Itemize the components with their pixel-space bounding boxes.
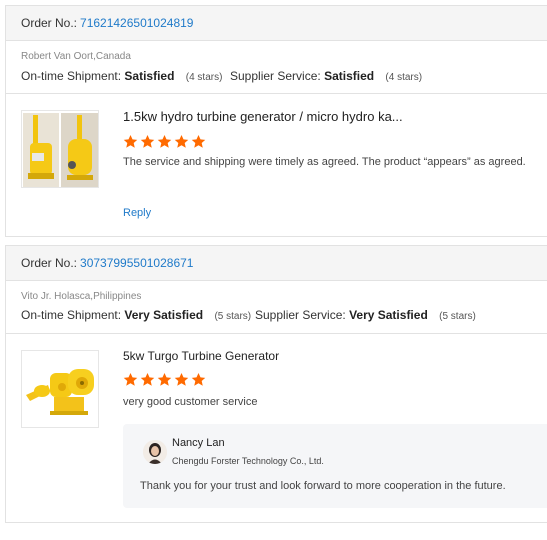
shipment-label: On-time Shipment:: [21, 308, 122, 322]
star-icon: [174, 372, 189, 386]
product-title-link[interactable]: 5kw Turgo Turbine Generator: [123, 349, 279, 363]
star-rating: [123, 372, 206, 387]
review-text: very good customer service: [123, 396, 258, 408]
supplier-value: Satisfied: [324, 69, 375, 83]
star-icon: [157, 134, 172, 148]
order-number-link[interactable]: 71621426501024819: [80, 16, 193, 30]
turgo-turbine-image: [22, 351, 98, 427]
supplier-value: Very Satisfied: [349, 308, 428, 322]
star-icon: [123, 372, 138, 386]
shipment-stars: (4 stars): [185, 72, 223, 83]
order-label: Order No.:: [21, 16, 78, 30]
supplier-service: Supplier Service: Satisfied (4 stars): [230, 69, 422, 83]
reply-link[interactable]: Reply: [123, 207, 151, 219]
order-label: Order No.:: [21, 256, 78, 270]
buyer-name: Robert Van Oort,Canada: [21, 51, 131, 62]
star-icon: [174, 134, 189, 148]
star-icon: [123, 134, 138, 148]
product-title-link[interactable]: 1.5kw hydro turbine generator / micro hy…: [123, 109, 403, 124]
reply-author-name: Nancy Lan: [172, 437, 225, 449]
review-card: Order No.: 30737995501028671 Vito Jr. Ho…: [5, 245, 547, 523]
star-icon: [191, 372, 206, 386]
shipment-value: Satisfied: [124, 69, 175, 83]
star-icon: [140, 134, 155, 148]
supplier-label: Supplier Service:: [230, 69, 321, 83]
supplier-stars: (5 stars): [439, 311, 476, 322]
divider: [6, 333, 547, 334]
star-icon: [140, 372, 155, 386]
shipment-label: On-time Shipment:: [21, 69, 122, 83]
supplier-reply: Nancy Lan Chengdu Forster Technology Co.…: [123, 424, 547, 508]
divider: [6, 93, 547, 94]
ratings-row: On-time Shipment: Satisfied (4 stars) Su…: [21, 69, 422, 83]
order-number-link[interactable]: 30737995501028671: [80, 256, 193, 270]
product-image[interactable]: [21, 350, 99, 428]
supplier-service: Supplier Service: Very Satisfied (5 star…: [255, 308, 476, 322]
review-text: The service and shipping were timely as …: [123, 156, 526, 168]
star-icon: [191, 134, 206, 148]
order-header: Order No.: 71621426501024819: [6, 6, 547, 41]
product-image[interactable]: [21, 110, 99, 188]
buyer-name: Vito Jr. Holasca,Philippines: [21, 291, 142, 302]
shipment-stars: (5 stars): [214, 311, 252, 322]
order-header: Order No.: 30737995501028671: [6, 246, 547, 281]
supplier-label: Supplier Service:: [255, 308, 346, 322]
supplier-stars: (4 stars): [385, 72, 423, 83]
shipment-value: Very Satisfied: [124, 308, 204, 322]
star-icon: [157, 372, 172, 386]
reply-text: Thank you for your trust and look forwar…: [140, 480, 506, 492]
hydro-turbine-image: [22, 111, 98, 187]
ratings-row: On-time Shipment: Very Satisfied (5 star…: [21, 308, 476, 322]
review-card: Order No.: 71621426501024819 Robert Van …: [5, 5, 547, 237]
star-rating: [123, 134, 206, 149]
reply-author-company: Chengdu Forster Technology Co., Ltd.: [172, 456, 324, 466]
avatar: [143, 440, 167, 464]
